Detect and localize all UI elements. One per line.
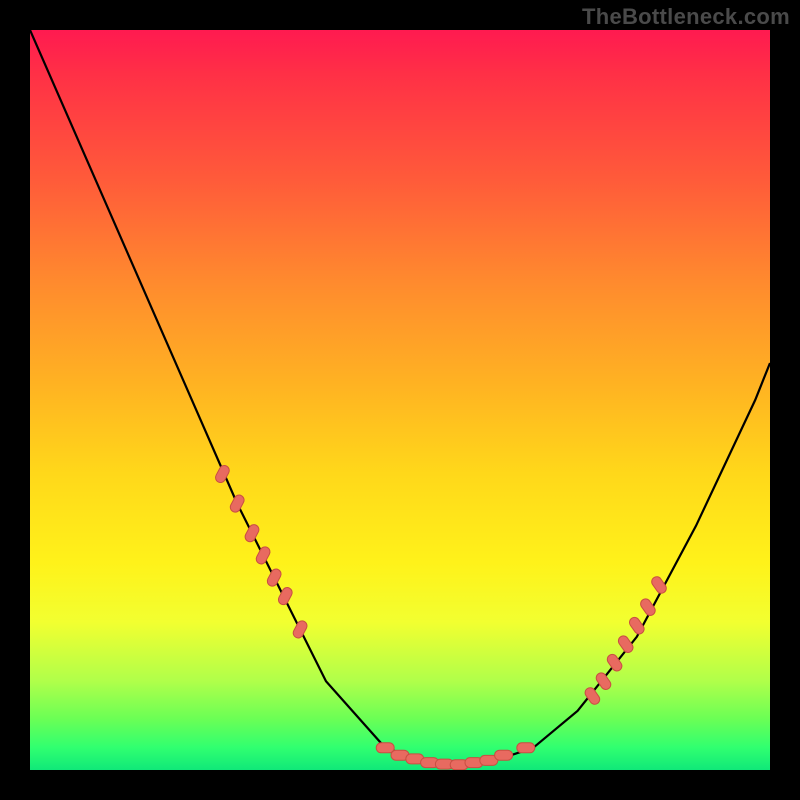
data-marker <box>266 567 283 588</box>
markers-left-cluster <box>214 464 309 640</box>
chart-svg <box>30 30 770 770</box>
data-marker <box>616 634 635 654</box>
data-marker <box>583 686 602 706</box>
data-marker <box>594 671 613 691</box>
data-marker <box>229 493 246 514</box>
data-marker <box>517 743 535 753</box>
data-marker <box>254 545 271 566</box>
data-marker <box>650 575 669 595</box>
data-marker <box>639 597 658 617</box>
plot-area <box>30 30 770 770</box>
attribution-label: TheBottleneck.com <box>582 4 790 30</box>
data-marker <box>376 743 394 753</box>
data-marker <box>495 750 513 760</box>
data-marker <box>243 523 260 544</box>
data-marker <box>291 619 308 640</box>
markers-bottom-cluster <box>376 743 535 770</box>
bottleneck-curve <box>30 30 770 766</box>
data-marker <box>628 615 647 635</box>
chart-frame: TheBottleneck.com <box>0 0 800 800</box>
